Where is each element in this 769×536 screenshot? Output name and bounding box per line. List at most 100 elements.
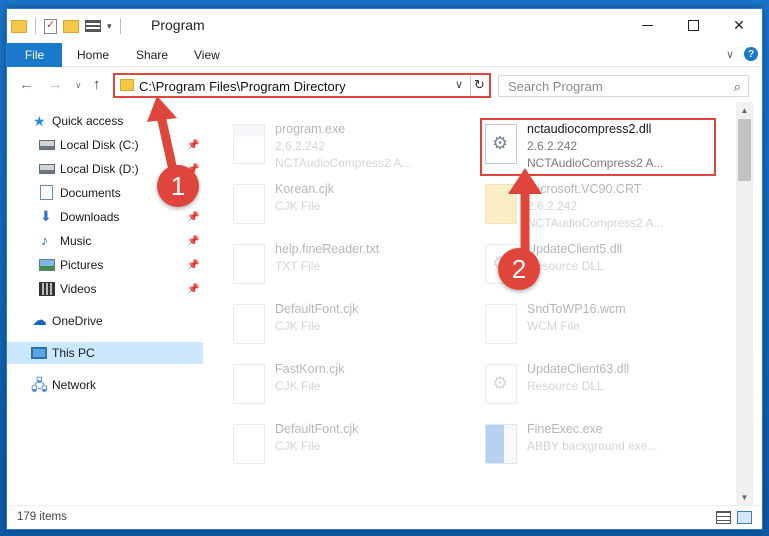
file-version: 2.6.2.242: [275, 139, 326, 153]
pin-icon[interactable]: 📌: [187, 236, 199, 247]
file-item[interactable]: help.fineReader.txt TXT File: [231, 238, 471, 296]
drive-icon: [39, 140, 55, 150]
file-type: CJK File: [275, 199, 321, 213]
address-separator: [470, 75, 471, 96]
nav-item-onedrive[interactable]: ☁ OneDrive: [7, 310, 203, 332]
dll-file-icon: [485, 364, 517, 404]
close-icon: ✕: [733, 16, 745, 33]
file-name: SndToWP16.wcm: [527, 302, 626, 316]
new-folder-icon[interactable]: [63, 19, 79, 33]
tab-file[interactable]: File: [7, 43, 62, 67]
nav-item-label: OneDrive: [52, 314, 103, 328]
file-item[interactable]: SndToWP16.wcm WCM File: [483, 298, 723, 356]
scroll-up-icon[interactable]: ▲: [736, 102, 753, 118]
maximize-icon: [687, 19, 699, 31]
details-view-icon[interactable]: [716, 511, 731, 524]
file-type: WCM File: [527, 319, 580, 333]
download-icon: ⬇: [40, 208, 52, 224]
back-arrow-icon[interactable]: ←: [19, 76, 34, 93]
tiles-view-icon[interactable]: [737, 511, 752, 524]
item-count: 179 items: [17, 511, 67, 523]
file-name: FastKorn.cjk: [275, 362, 345, 376]
folder-icon: [11, 19, 27, 33]
tab-home[interactable]: Home: [77, 43, 109, 67]
file-name: DefaultFont.cjk: [275, 422, 359, 436]
nav-item-label: Quick access: [52, 114, 124, 128]
expand-ribbon-icon[interactable]: ∨: [726, 48, 734, 61]
search-input[interactable]: Search Program: [508, 79, 603, 94]
nav-item-videos[interactable]: Videos 📌: [7, 278, 203, 300]
nav-item-label: Documents: [60, 186, 121, 200]
pictures-icon: [39, 259, 55, 271]
nav-item-pictures[interactable]: Pictures 📌: [7, 254, 203, 276]
drive-icon: [39, 164, 55, 174]
network-icon: 🖧: [31, 377, 48, 394]
search-box[interactable]: Search Program ⌕: [498, 75, 749, 97]
file-item[interactable]: FastKorn.cjk CJK File: [231, 358, 471, 416]
pin-icon[interactable]: 📌: [187, 260, 199, 271]
exe-file-icon: [485, 424, 517, 464]
vertical-scrollbar[interactable]: ▲ ▼: [736, 102, 753, 505]
nav-item-network[interactable]: 🖧 Network: [7, 374, 203, 396]
file-list: program.exe 2.6.2.242 NCTAudioCompress2 …: [203, 102, 736, 505]
file-type: CJK File: [275, 439, 321, 453]
file-type: Resource DLL: [527, 379, 604, 393]
exe-file-icon: [233, 124, 265, 164]
file-item[interactable]: program.exe 2.6.2.242 NCTAudioCompress2 …: [231, 118, 471, 176]
forward-arrow-icon[interactable]: →: [48, 76, 63, 93]
nav-item-label: This PC: [52, 346, 95, 360]
help-icon[interactable]: ?: [744, 47, 758, 61]
videos-icon: [39, 282, 55, 296]
search-icon[interactable]: ⌕: [734, 79, 741, 95]
status-bar: 179 items: [7, 505, 762, 529]
file-item[interactable]: FineExec.exe ABBY background exe...: [483, 418, 723, 476]
file-type: CJK File: [275, 319, 321, 333]
file-item[interactable]: DefaultFont.cjk CJK File: [231, 418, 471, 476]
maximize-button[interactable]: [670, 9, 716, 41]
tab-view[interactable]: View: [194, 43, 220, 67]
file-type: CJK File: [275, 379, 321, 393]
document-file-icon: [485, 304, 517, 344]
scroll-down-icon[interactable]: ▼: [736, 489, 753, 505]
close-button[interactable]: ✕: [716, 9, 762, 41]
chevron-down-icon[interactable]: ▾: [107, 21, 112, 32]
document-file-icon: [233, 184, 265, 224]
scrollbar-thumb[interactable]: [738, 119, 751, 181]
toolbar-separator: [119, 18, 121, 34]
minimize-button[interactable]: [624, 9, 670, 41]
refresh-icon[interactable]: ↻: [474, 77, 485, 93]
recent-locations-chevron-icon[interactable]: ∨: [75, 80, 82, 91]
document-file-icon: [233, 364, 265, 404]
address-path[interactable]: C:\Program Files\Program Directory: [139, 79, 346, 94]
address-bar[interactable]: C:\Program Files\Program Directory ∨ ↻: [113, 73, 491, 98]
step-1-badge: 1: [157, 165, 199, 207]
file-type: TXT File: [275, 259, 321, 273]
document-file-icon: [233, 424, 265, 464]
title-bar: ▾ Program ✕: [7, 9, 762, 41]
nav-item-label: Videos: [60, 282, 97, 296]
file-name: FineExec.exe: [527, 422, 603, 436]
up-arrow-icon[interactable]: ↑: [93, 76, 101, 93]
file-item[interactable]: DefaultFont.cjk CJK File: [231, 298, 471, 356]
documents-icon: [40, 185, 53, 200]
nav-item-downloads[interactable]: ⬇ Downloads 📌: [7, 206, 203, 228]
minimize-icon: [641, 24, 653, 26]
file-item[interactable]: UpdateClient63.dll Resource DLL: [483, 358, 723, 416]
tab-share[interactable]: Share: [136, 43, 168, 67]
star-icon: ★: [33, 113, 46, 129]
file-item[interactable]: Korean.cjk CJK File: [231, 178, 471, 236]
view-switcher: [716, 511, 752, 524]
pin-icon[interactable]: 📌: [187, 212, 199, 223]
chevron-down-icon[interactable]: ∨: [455, 78, 463, 91]
window-controls: ✕: [624, 9, 762, 41]
nav-item-this-pc[interactable]: This PC: [7, 342, 203, 364]
properties-icon[interactable]: [44, 18, 57, 34]
quick-access-toolbar: ▾: [11, 17, 123, 35]
nav-item-label: Pictures: [60, 258, 104, 272]
view-icon[interactable]: [85, 20, 101, 32]
toolbar-separator: [35, 18, 36, 34]
nav-item-music[interactable]: ♪ Music 📌: [7, 230, 203, 252]
nav-item-label: Local Disk (D:): [60, 162, 139, 176]
file-name: DefaultFont.cjk: [275, 302, 359, 316]
pin-icon[interactable]: 📌: [187, 284, 199, 295]
